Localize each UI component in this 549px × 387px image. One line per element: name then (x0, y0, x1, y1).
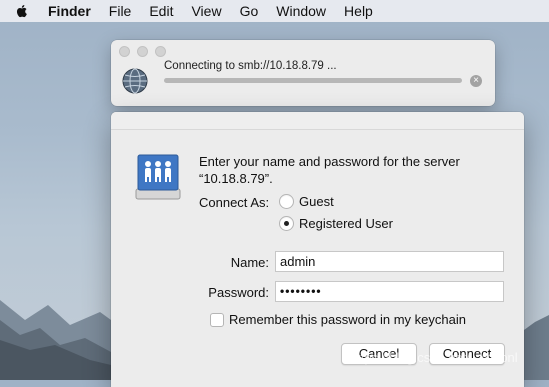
connection-progress-bar (164, 78, 462, 83)
minimize-window-button[interactable] (137, 46, 148, 57)
radio-guest-button[interactable] (279, 194, 294, 209)
remember-password-label: Remember this password in my keychain (229, 312, 466, 327)
shared-server-icon (135, 154, 181, 200)
menu-finder[interactable]: Finder (48, 3, 91, 19)
radio-guest-label: Guest (299, 194, 334, 209)
name-label: Name: (230, 255, 269, 270)
zoom-window-button[interactable] (155, 46, 166, 57)
menu-bar: Finder File Edit View Go Window Help (0, 0, 549, 22)
network-globe-icon (122, 68, 148, 94)
window-controls (119, 46, 166, 57)
connecting-panel: Connecting to smb://10.18.8.79 ... × (111, 40, 495, 106)
menu-file[interactable]: File (109, 3, 132, 19)
menu-go[interactable]: Go (240, 3, 259, 19)
close-circle-icon[interactable]: × (470, 75, 482, 87)
watermark-text: https://blog.csdn.net/.../Koonl (350, 350, 518, 365)
login-prompt: Enter your name and password for the ser… (199, 154, 460, 186)
connecting-message: Connecting to smb://10.18.8.79 ... (164, 60, 337, 72)
apple-icon[interactable] (14, 3, 30, 19)
remember-password-row[interactable]: Remember this password in my keychain (210, 312, 466, 327)
radio-registered-user[interactable]: Registered User (279, 216, 393, 231)
progress-fill (164, 78, 462, 83)
password-field[interactable]: •••••••• (275, 281, 504, 302)
menu-window[interactable]: Window (276, 3, 326, 19)
connect-as-label: Connect As: (199, 195, 270, 210)
radio-guest[interactable]: Guest (279, 194, 334, 209)
name-field[interactable]: admin (275, 251, 504, 272)
dialog-top-edge (111, 112, 524, 130)
menu-help[interactable]: Help (344, 3, 373, 19)
menu-view[interactable]: View (191, 3, 221, 19)
remember-password-checkbox[interactable] (210, 312, 224, 327)
login-dialog: Enter your name and password for the ser… (111, 112, 524, 387)
menu-edit[interactable]: Edit (149, 3, 173, 19)
radio-registered-user-label: Registered User (299, 216, 393, 231)
radio-registered-user-button[interactable] (279, 216, 294, 231)
close-window-button[interactable] (119, 46, 130, 57)
password-label: Password: (208, 285, 269, 300)
